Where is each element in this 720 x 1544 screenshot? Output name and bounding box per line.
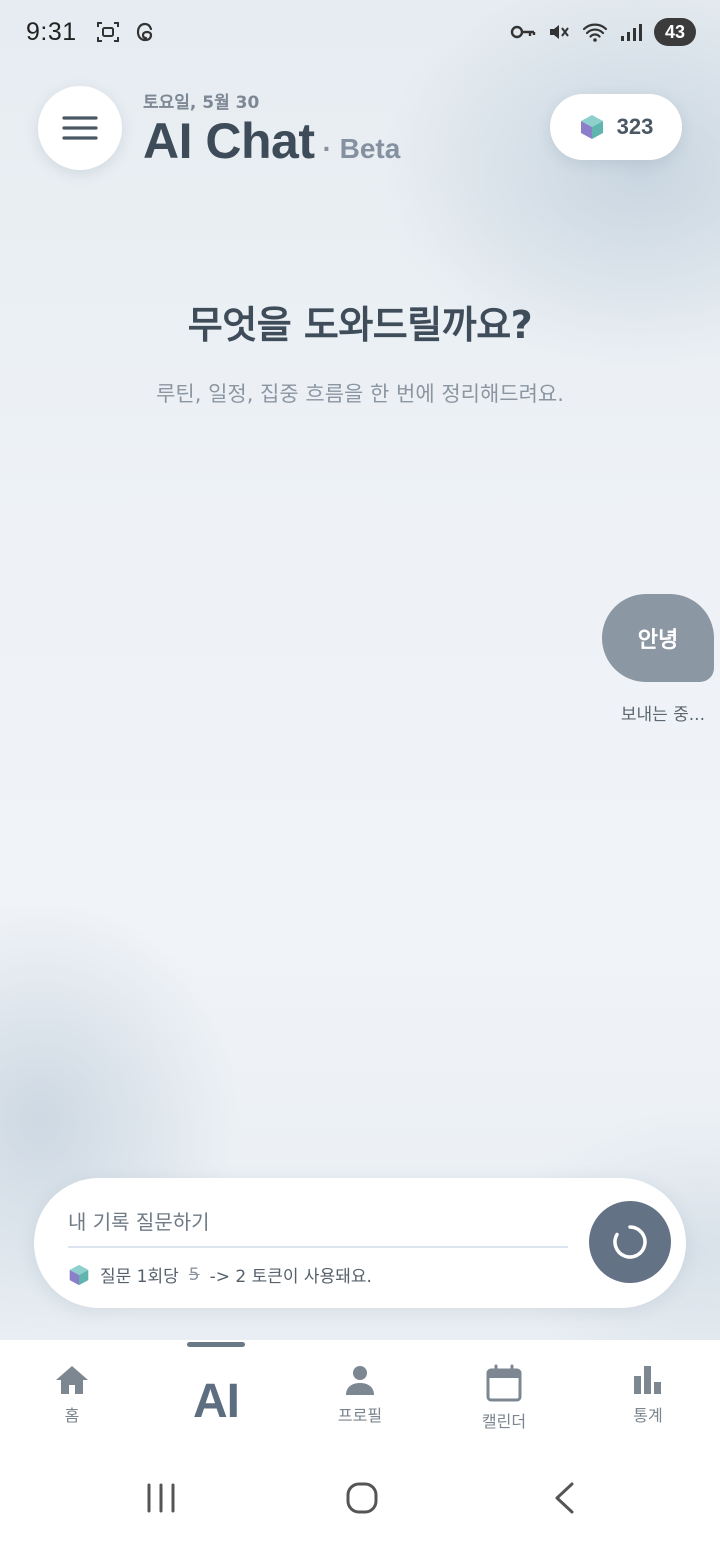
hint-old-cost: 5 bbox=[188, 1264, 200, 1285]
system-nav-bar bbox=[0, 1450, 720, 1544]
calendar-icon bbox=[486, 1364, 522, 1402]
hint-suffix: -> 2 토큰이 사용돼요. bbox=[209, 1267, 372, 1287]
cube-icon bbox=[580, 115, 603, 139]
menu-button[interactable] bbox=[38, 86, 122, 170]
status-bar: 9:31 43 bbox=[0, 0, 720, 64]
nav-label-ai: AI bbox=[193, 1375, 240, 1428]
recent-apps-button[interactable] bbox=[137, 1476, 185, 1520]
token-balance-button[interactable]: 323 bbox=[550, 94, 682, 160]
status-time: 9:31 bbox=[26, 17, 77, 46]
threads-icon bbox=[133, 19, 159, 45]
header-date: 토요일, 5월 30 bbox=[143, 93, 260, 113]
nav-item-ai[interactable]: AI bbox=[161, 1364, 271, 1429]
page-title-group: AI Chat · Beta bbox=[143, 112, 400, 170]
recent-apps-icon bbox=[147, 1483, 175, 1513]
nav-item-calendar[interactable]: 캘린더 bbox=[449, 1364, 559, 1432]
person-icon bbox=[346, 1366, 374, 1395]
home-icon bbox=[56, 1366, 88, 1394]
page-title: AI Chat bbox=[143, 113, 315, 169]
composer: 질문 1회당 5 -> 2 토큰이 사용돼요. bbox=[34, 1178, 686, 1308]
vpn-key-icon bbox=[510, 19, 536, 45]
nav-item-profile[interactable]: 프로필 bbox=[305, 1364, 415, 1426]
loading-spinner-icon bbox=[613, 1225, 647, 1259]
hamburger-icon bbox=[62, 116, 98, 140]
nav-label-profile: 프로필 bbox=[337, 1406, 383, 1425]
back-button[interactable] bbox=[540, 1476, 588, 1520]
token-cost-hint: 질문 1회당 5 -> 2 토큰이 사용돼요. bbox=[68, 1262, 372, 1287]
screenshot-icon bbox=[95, 19, 121, 45]
bar-chart-icon bbox=[634, 1366, 661, 1394]
background bbox=[0, 0, 720, 1340]
battery-indicator: 43 bbox=[654, 18, 696, 46]
cube-icon bbox=[69, 1264, 89, 1285]
nav-item-stats[interactable]: 통계 bbox=[593, 1364, 703, 1426]
token-count: 323 bbox=[616, 114, 654, 139]
back-chevron-icon bbox=[555, 1482, 574, 1514]
nav-label-stats: 통계 bbox=[633, 1406, 663, 1425]
chat-input[interactable] bbox=[68, 1200, 568, 1244]
mute-icon bbox=[546, 19, 572, 45]
beta-label: · Beta bbox=[322, 133, 401, 164]
nav-active-indicator bbox=[187, 1342, 245, 1347]
user-message-bubble[interactable]: 안녕 bbox=[602, 594, 714, 682]
hero-subtitle: 루틴, 일정, 집중 흐름을 한 번에 정리해드려요. bbox=[156, 382, 564, 406]
nav-label-home: 홈 bbox=[64, 1406, 80, 1425]
nav-label-calendar: 캘린더 bbox=[481, 1412, 527, 1431]
home-circle-icon bbox=[346, 1482, 378, 1514]
nav-item-home[interactable]: 홈 bbox=[17, 1364, 127, 1426]
composer-divider bbox=[68, 1246, 568, 1248]
bottom-nav: 홈 AI 프로필 캘린더 통계 bbox=[0, 1340, 720, 1450]
wifi-icon bbox=[582, 19, 608, 45]
hint-prefix: 질문 1회당 bbox=[100, 1267, 179, 1287]
send-button[interactable] bbox=[589, 1201, 671, 1283]
signal-icon bbox=[618, 19, 644, 45]
hero-title: 무엇을 도와드릴까요? bbox=[187, 303, 533, 347]
home-system-button[interactable] bbox=[338, 1476, 386, 1520]
message-status: 보내는 중... bbox=[620, 705, 705, 725]
